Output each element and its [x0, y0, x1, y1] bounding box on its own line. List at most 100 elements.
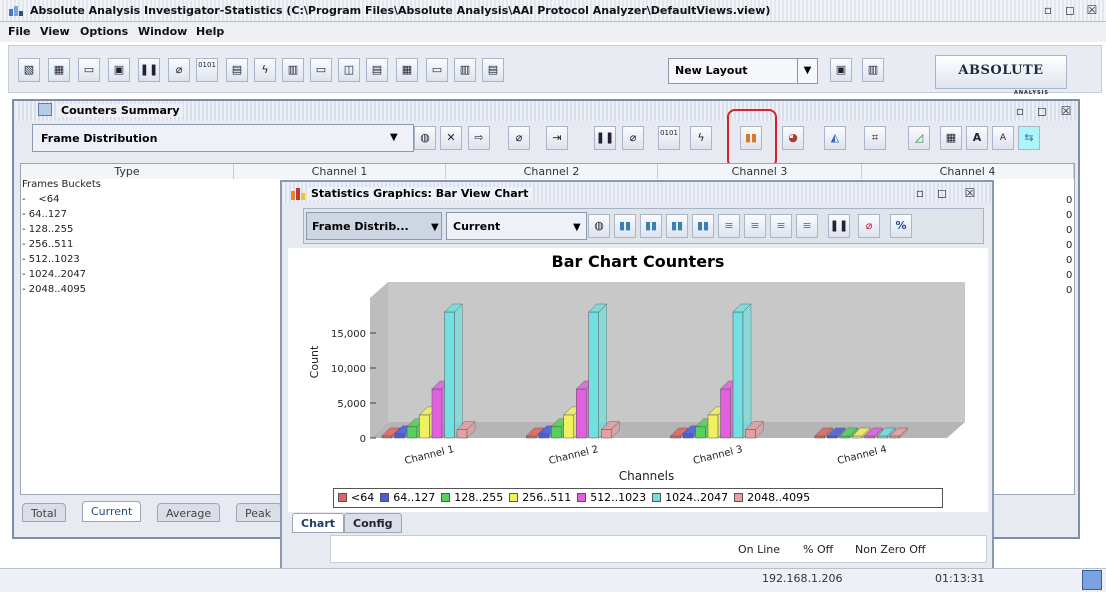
scatter-chart-icon[interactable]: ⌗ [864, 126, 886, 150]
hbar-3d-icon[interactable]: ≡ [718, 214, 740, 238]
minimize-icon[interactable]: ▫ [912, 186, 928, 201]
filter-icon[interactable]: ▤ [226, 58, 248, 82]
forward-icon[interactable]: ⇨ [468, 126, 490, 150]
column-header-type[interactable]: Type [21, 164, 234, 179]
split-vertical-icon[interactable]: ◫ [338, 58, 360, 82]
tab-chart[interactable]: Chart [292, 513, 345, 533]
clear-icon[interactable]: ⌀ [508, 126, 530, 150]
maximize-icon[interactable]: ◻ [1062, 3, 1078, 18]
table-row[interactable]: - 1024..2047 [22, 269, 86, 280]
maximize-icon[interactable]: ◻ [934, 186, 950, 201]
area-chart-icon[interactable]: ◭ [824, 126, 846, 150]
save-icon[interactable]: ▣ [108, 58, 130, 82]
menu-help[interactable]: Help [196, 25, 224, 38]
plot-background [388, 282, 965, 422]
pause-icon[interactable]: ❚❚ [138, 58, 160, 82]
menu-options[interactable]: Options [80, 25, 128, 38]
cell-value: 0 [1066, 240, 1073, 251]
bar-small-icon[interactable]: ▮▮ [692, 214, 714, 238]
network-icon[interactable]: ▥ [862, 58, 884, 82]
maximize-icon[interactable]: ◻ [1034, 104, 1050, 119]
bar [745, 429, 756, 439]
hbar-stacked-icon[interactable]: ≡ [744, 214, 766, 238]
close-icon[interactable]: ☒ [1084, 3, 1100, 18]
pie-chart-icon[interactable]: ◕ [782, 126, 804, 150]
font-increase-icon[interactable]: A [966, 126, 988, 150]
chart-mode-select[interactable]: Current ▼ [446, 212, 587, 240]
layout-c-icon[interactable]: ▭ [426, 58, 448, 82]
swap-icon[interactable]: ⇆ [1018, 126, 1040, 150]
globe-icon[interactable]: ◍ [414, 126, 436, 150]
bar [682, 433, 694, 439]
tab-peak[interactable]: Peak [236, 503, 282, 522]
column-header-channel-2[interactable]: Channel 2 [446, 164, 658, 179]
bar-3d-icon[interactable]: ▮▮ [614, 214, 636, 238]
eraser-icon[interactable]: ⌀ [622, 126, 644, 150]
menu-window[interactable]: Window [138, 25, 187, 38]
layout-a-icon[interactable]: ▤ [366, 58, 388, 82]
bar [864, 435, 875, 439]
new-doc-icon[interactable]: ▧ [18, 58, 40, 82]
globe-icon[interactable]: ◍ [588, 214, 610, 238]
legend-item: 128..255 [441, 491, 503, 504]
percent-button[interactable]: % [890, 214, 912, 238]
close-icon[interactable]: ☒ [1058, 104, 1074, 119]
tab-average[interactable]: Average [157, 503, 221, 522]
layout-e-icon[interactable]: ▤ [482, 58, 504, 82]
pause-icon[interactable]: ❚❚ [594, 126, 616, 150]
hbar-2d-icon[interactable]: ≡ [770, 214, 792, 238]
tab-current[interactable]: Current [82, 501, 142, 522]
layout-b-icon[interactable]: ▦ [396, 58, 418, 82]
chevron-down-icon[interactable]: ▼ [431, 222, 439, 233]
stacked-bar-icon[interactable]: ▮▮ [640, 214, 662, 238]
table-row[interactable]: - 512..1023 [22, 254, 80, 265]
color-palette-icon[interactable]: ▦ [940, 126, 962, 150]
hbar-small-icon[interactable]: ≡ [796, 214, 818, 238]
clear-icon[interactable]: ⌀ [858, 214, 880, 238]
chevron-down-icon[interactable]: ▼ [797, 59, 817, 83]
column-header-channel-3[interactable]: Channel 3 [658, 164, 862, 179]
menu-file[interactable]: File [8, 25, 31, 38]
trigger-icon[interactable]: ϟ [690, 126, 712, 150]
table-row[interactable]: - 64..127 [22, 209, 67, 220]
minimize-icon[interactable]: ▫ [1012, 104, 1028, 119]
close-icon[interactable]: ☒ [962, 186, 978, 201]
minimize-icon[interactable]: ▫ [1040, 3, 1056, 18]
font-decrease-icon[interactable]: A [992, 126, 1014, 150]
split-horizontal-icon[interactable]: ▭ [310, 58, 332, 82]
grid-icon[interactable]: ▦ [48, 58, 70, 82]
line-chart-icon[interactable]: ◿ [908, 126, 930, 150]
view-select[interactable]: Frame Distribution [32, 124, 414, 152]
open-folder-icon[interactable]: ▭ [78, 58, 100, 82]
table-row[interactable]: - 128..255 [22, 224, 73, 235]
chart-view-select[interactable]: Frame Distrib... ▼ [306, 212, 442, 240]
tab-total[interactable]: Total [22, 503, 66, 522]
legend-label: 128..255 [454, 491, 504, 504]
menu-view[interactable]: View [40, 25, 70, 38]
bar-2d-icon[interactable]: ▮▮ [666, 214, 688, 238]
column-header-channel-4[interactable]: Channel 4 [862, 164, 1074, 179]
tab-config[interactable]: Config [344, 513, 402, 533]
binary-icon[interactable]: 0101 [658, 126, 680, 150]
column-header-channel-1[interactable]: Channel 1 [234, 164, 446, 179]
table-row[interactable]: Frames Buckets [22, 179, 101, 190]
y-tick-label: 5,000 [337, 399, 366, 410]
layout-select[interactable]: New Layout ▼ [668, 58, 818, 84]
chevron-down-icon[interactable]: ▼ [390, 132, 398, 143]
chart-mode-select-value: Current [453, 220, 501, 233]
window-tile-icon[interactable]: ▣ [830, 58, 852, 82]
table-row[interactable]: - 256..511 [22, 239, 73, 250]
legend-item: 512..1023 [577, 491, 646, 504]
binary-icon[interactable]: 0101 [196, 58, 218, 82]
chevron-down-icon[interactable]: ▼ [573, 222, 581, 233]
eraser-icon[interactable]: ⌀ [168, 58, 190, 82]
layout-d-icon[interactable]: ▥ [454, 58, 476, 82]
stats-icon[interactable]: ▥ [282, 58, 304, 82]
legend-swatch [441, 493, 451, 502]
table-row[interactable]: - 2048..4095 [22, 284, 86, 295]
tools-icon[interactable]: ✕ [440, 126, 462, 150]
pause-icon[interactable]: ❚❚ [828, 214, 850, 238]
trigger-icon[interactable]: ϟ [254, 58, 276, 82]
table-row[interactable]: - <64 [22, 194, 59, 205]
export-icon[interactable]: ⇥ [546, 126, 568, 150]
